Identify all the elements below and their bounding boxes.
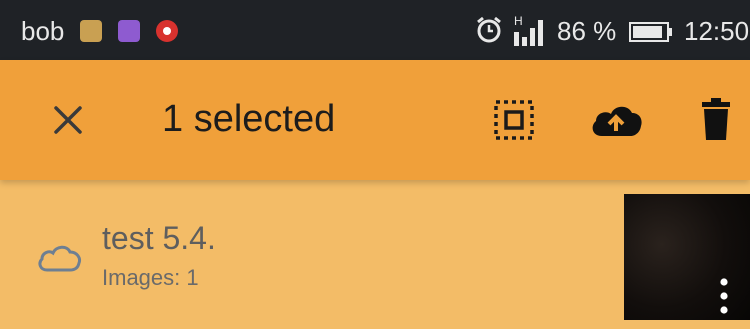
alarm-icon [477,16,501,43]
signal-icon: H [514,14,543,46]
app-notification-icon [118,20,140,42]
selection-count-title: 1 selected [162,98,336,140]
select-all-icon[interactable] [492,98,536,142]
list-item[interactable]: test 5.4. Images: 1 [0,180,750,329]
battery-icon [629,22,672,42]
network-type: H [514,14,523,28]
app-notification-icon [80,20,102,42]
close-icon[interactable] [48,100,88,140]
delete-icon[interactable] [697,96,735,142]
contextual-action-bar: 1 selected [0,60,750,180]
carrier-name: bob [21,16,65,46]
more-vertical-icon[interactable] [714,276,734,316]
item-title: test 5.4. [102,220,216,256]
battery-percentage: 86 % [557,16,617,46]
cloud-icon [38,245,81,272]
record-dot [163,27,171,35]
clock: 12:50 [684,16,750,46]
cloud-upload-icon[interactable] [588,98,644,142]
screen: bob H 86 % 12:50 1 selected test 5.4. Im… [0,0,750,329]
item-subtitle: Images: 1 [102,265,199,290]
status-bar: bob H 86 % 12:50 [0,0,750,60]
